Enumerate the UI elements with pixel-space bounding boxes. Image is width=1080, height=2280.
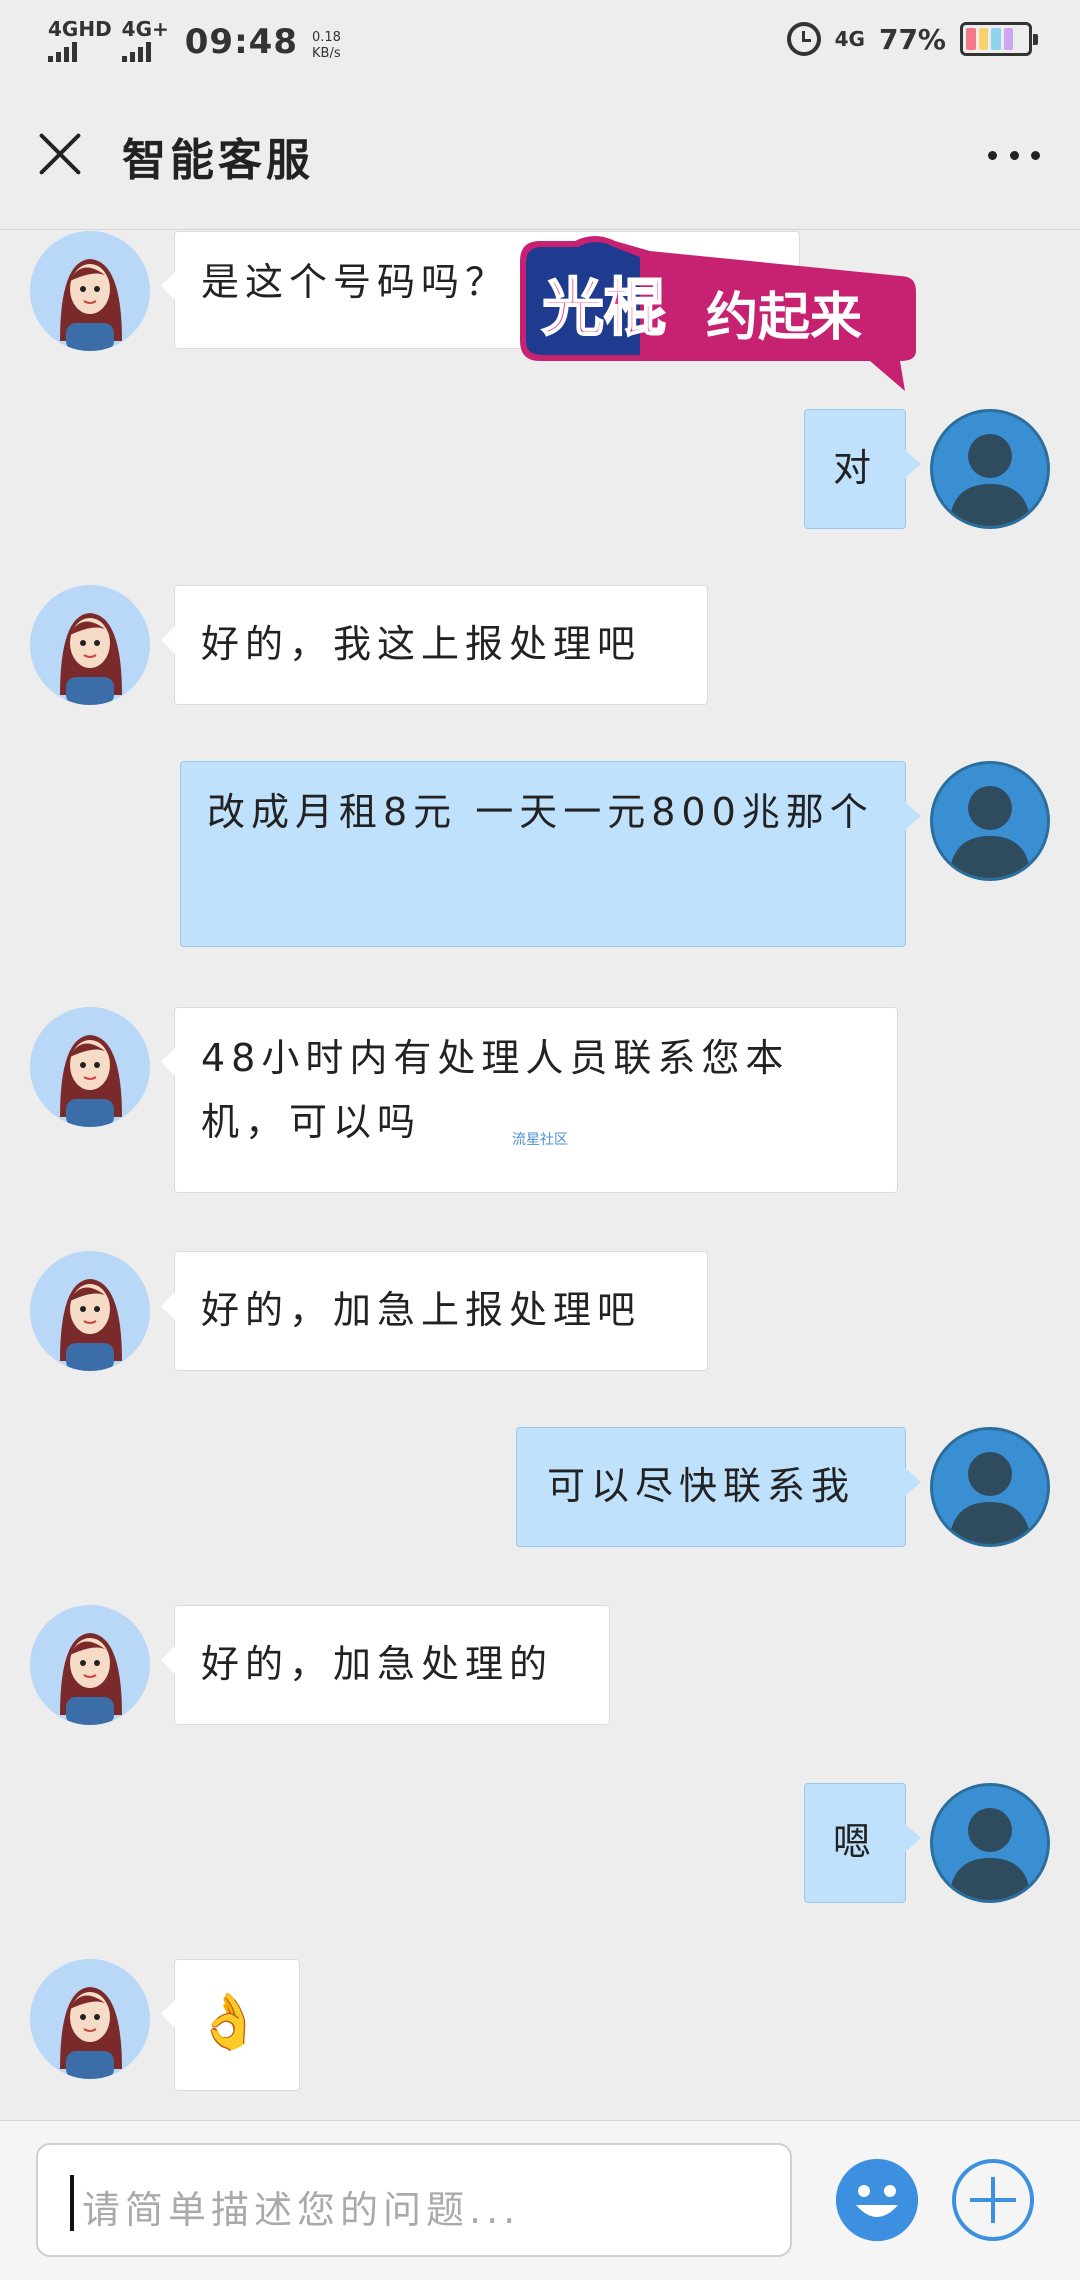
- message-text: 好的，加急上报处理吧: [201, 1288, 642, 1332]
- net-speed: 0.18 KB/s: [308, 30, 341, 62]
- clock: 09:48: [184, 22, 298, 62]
- agent-avatar: [30, 1251, 150, 1371]
- header-bar: 智能客服: [0, 80, 1080, 230]
- user-avatar: [930, 1783, 1050, 1903]
- signal-1: 4GHD: [48, 18, 112, 62]
- message-text: 改成月租8元 一天一元800兆那个: [207, 790, 874, 834]
- smile-icon: [836, 2159, 918, 2241]
- sticker-text-part2: 约起来: [706, 288, 862, 348]
- close-icon[interactable]: [36, 130, 84, 178]
- battery-percent: 77%: [878, 22, 946, 56]
- message-text: 好的，我这上报处理吧: [201, 622, 642, 666]
- agent-avatar: [30, 585, 150, 705]
- message-bubble-agent[interactable]: 好的，加急处理的: [161, 1605, 610, 1725]
- status-bar: 4GHD 4G+ 09:48 0.18 KB/s 4G 77%: [0, 0, 1080, 80]
- message-text: 是这个号码吗？: [201, 260, 510, 304]
- message-bubble-user[interactable]: 改成月租8元 一天一元800兆那个: [180, 761, 921, 947]
- plus-icon[interactable]: [952, 2159, 1034, 2241]
- input-bar: 请简单描述您的问题...: [0, 2120, 1080, 2280]
- agent-avatar: [30, 1959, 150, 2079]
- page-title: 智能客服: [122, 135, 314, 186]
- message-input[interactable]: 请简单描述您的问题...: [36, 2143, 792, 2257]
- user-avatar: [930, 761, 1050, 881]
- more-icon[interactable]: [984, 140, 1044, 170]
- message-bubble-agent[interactable]: 好的，我这上报处理吧: [161, 585, 708, 705]
- message-bubble-agent[interactable]: 48小时内有处理人员联系您本机，可以吗: [161, 1007, 898, 1193]
- user-avatar: [930, 409, 1050, 529]
- sticker-image: 光棍 约起来: [520, 236, 916, 391]
- agent-avatar: [30, 1007, 150, 1127]
- signal-bars-icon: [48, 40, 77, 62]
- message-bubble-user[interactable]: 可以尽快联系我: [516, 1427, 921, 1547]
- message-bubble-agent[interactable]: 好的，加急上报处理吧: [161, 1251, 708, 1371]
- text-caret: [70, 2175, 74, 2231]
- watermark-text: 流星社区: [512, 1132, 568, 1148]
- user-avatar: [930, 1427, 1050, 1547]
- emoji-button[interactable]: [836, 2159, 918, 2241]
- message-text: 48小时内有处理人员联系您本机，可以吗: [201, 1036, 790, 1144]
- message-text: 好的，加急处理的: [201, 1642, 554, 1686]
- input-placeholder: 请简单描述您的问题...: [82, 2188, 521, 2232]
- alarm-icon: [786, 22, 821, 56]
- signal-2-label: 4G+: [121, 17, 169, 41]
- signal-1-label: 4GHD: [48, 17, 112, 41]
- message-text: 嗯: [832, 1820, 877, 1864]
- agent-avatar: [30, 231, 150, 351]
- message-bubble-user[interactable]: 嗯: [804, 1783, 921, 1903]
- agent-avatar: [30, 1605, 150, 1725]
- message-text: 对: [832, 446, 877, 490]
- message-text: 可以尽快联系我: [547, 1464, 856, 1508]
- network-type: 4G: [834, 27, 865, 51]
- message-bubble-agent[interactable]: 👌: [161, 1959, 300, 2091]
- signal-bars-icon: [121, 40, 151, 62]
- signal-2: 4G+: [121, 17, 169, 62]
- battery-icon: [960, 22, 1038, 56]
- net-speed-value: 0.18: [312, 30, 341, 45]
- message-bubble-user[interactable]: 对: [804, 409, 921, 529]
- chat-list[interactable]: 是这个号码吗？ 光棍 约起来 对 好的，我这上报处理吧 改成月租8元 一天一元8…: [0, 231, 1080, 2121]
- ok-hand-emoji: 👌: [195, 1990, 269, 2053]
- sticker-text-part1: 光棍: [542, 271, 666, 344]
- net-speed-unit: KB/s: [312, 46, 341, 61]
